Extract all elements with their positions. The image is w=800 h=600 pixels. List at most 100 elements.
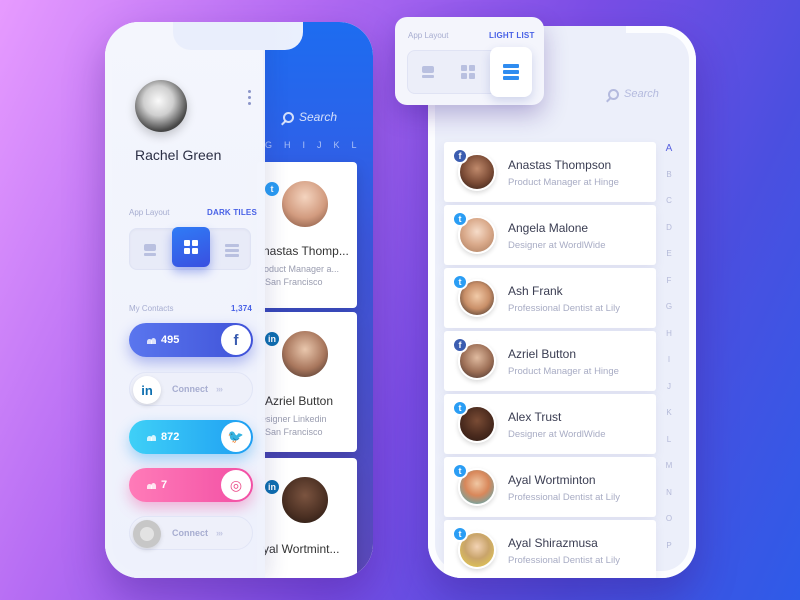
twitter-icon: t [452,274,468,290]
layout-card-button[interactable] [408,51,448,93]
facebook-icon: f [452,337,468,353]
alphabet-letter[interactable]: E [666,249,671,276]
contact-avatar [279,474,331,526]
list-search[interactable]: Search [608,88,659,100]
contact-title: Professional Dentist at Lily [508,555,620,566]
twitter-icon: t [452,211,468,227]
alphabet-letter[interactable]: F [667,276,672,303]
alphabet-letter[interactable]: M [666,461,673,488]
linkedin-connect-pill[interactable]: in Connect ››› [129,372,253,406]
list-icon [225,243,239,257]
list-item[interactable]: t Angela Malone Designer at WordlWide [444,205,656,265]
phone-notch [173,22,303,50]
alphabet-letter[interactable]: I [668,355,670,382]
contact-name: Azriel Button [265,394,334,408]
twitter-count: 872 [161,431,180,443]
alphabet-letter-active[interactable]: A [666,143,673,170]
contact-name: Ayal Wortminton [508,473,596,487]
tiles-letter[interactable]: H [284,140,291,150]
layout-list-button[interactable] [212,229,252,271]
contact-name: Anastas Thompson [508,158,612,172]
connect-label: Connect [172,528,208,538]
twitter-icon: t [452,400,468,416]
alphabet-letter[interactable]: H [666,329,672,356]
twitter-icon: t [452,463,468,479]
card-layout-icon [144,244,156,256]
alphabet-letter[interactable]: P [666,541,671,568]
contact-name: Azriel Button [508,347,577,361]
linkedin-icon: in [263,330,281,348]
contact-name: Alex Trust [508,410,562,424]
layout-card-button[interactable] [130,229,170,271]
grid-icon [461,65,475,79]
contact-tile[interactable]: in Azriel Button esigner Linkedin San Fr… [257,312,357,452]
alphabet-letter[interactable]: O [666,514,672,541]
contact-tile[interactable]: t nastas Thomp... roduct Manager a... Sa… [257,162,357,308]
twitter-contacts-pill[interactable]: 872 🐦 [129,420,253,454]
alphabet-letter[interactable]: N [666,488,672,515]
tiles-letter[interactable]: J [317,140,322,150]
linkedin-icon: in [133,376,161,404]
contact-title: esigner Linkedin [261,414,327,424]
list-icon [503,64,519,80]
tiles-letter[interactable]: L [352,140,357,150]
tiles-letter[interactable]: I [303,140,306,150]
dribbble-icon: ◎ [221,470,251,500]
tiles-letter[interactable]: G [265,140,272,150]
linkedin-icon: in [263,478,281,496]
contact-name: yal Wortmint... [263,542,340,556]
contact-title: Designer at WordlWide [508,240,606,251]
people-icon [147,337,157,344]
contact-title: Designer at WordlWide [508,429,606,440]
alphabet-letter[interactable]: L [667,435,671,462]
contact-avatar [279,178,331,230]
people-icon [147,434,157,441]
layout-tiles-button[interactable] [172,227,210,267]
contact-title: Professional Dentist at Lily [508,303,620,314]
layout-switcher [129,227,252,271]
list-item[interactable]: f Anastas Thompson Product Manager at Hi… [444,142,656,202]
phone-light-list: Search f Anastas Thompson Product Manage… [428,26,696,578]
tiles-letter[interactable]: K [334,140,340,150]
facebook-contacts-pill[interactable]: 495 f [129,323,253,357]
list-item[interactable]: t Ash Frank Professional Dentist at Lily [444,268,656,328]
search-icon [283,111,294,123]
list-item[interactable]: t Ayal Wortminton Professional Dentist a… [444,457,656,517]
alphabet-letter[interactable]: C [666,196,672,223]
search-icon [608,88,619,100]
facebook-count: 495 [161,334,180,346]
contact-location: San Francisco [265,427,323,437]
connect-label: Connect [172,384,208,394]
app-layout-label: App Layout [408,31,449,40]
twitter-icon: t [263,180,281,198]
twitter-icon: t [452,526,468,542]
list-item[interactable]: t Ayal Shirazmusa Professional Dentist a… [444,520,656,578]
user-placeholder-icon [133,520,161,548]
contact-name: nastas Thomp... [263,244,349,258]
my-contacts-label: My Contacts [129,304,174,313]
grid-icon [184,240,198,254]
list-item[interactable]: t Alex Trust Designer at WordlWide [444,394,656,454]
card-layout-icon [422,66,434,78]
alphabet-letter[interactable]: G [666,302,672,329]
facebook-icon: f [452,148,468,164]
layout-list-button[interactable] [490,47,532,97]
tiles-search[interactable]: Search [283,110,337,124]
alphabet-letter[interactable]: D [666,223,672,250]
people-icon [147,482,157,489]
alphabet-letter[interactable]: K [666,408,671,435]
list-item[interactable]: f Azriel Button Product Manager at Hinge [444,331,656,391]
contact-tile[interactable]: in yal Wortmint... [257,458,357,578]
alphabet-index: A B C D E F G H I J K L M N O P [661,143,677,567]
contact-avatar [279,328,331,380]
more-vertical-icon[interactable] [248,90,251,105]
contact-title: Product Manager at Hinge [508,366,619,377]
layout-tiles-button[interactable] [448,51,488,93]
dribbble-contacts-pill[interactable]: 7 ◎ [129,468,253,502]
alphabet-letter[interactable]: J [667,382,671,409]
generic-connect-pill[interactable]: Connect ››› [129,516,253,550]
avatar[interactable] [135,80,187,132]
contact-name: Ayal Shirazmusa [508,536,598,550]
layout-switcher [407,47,532,97]
alphabet-letter[interactable]: B [666,170,671,197]
